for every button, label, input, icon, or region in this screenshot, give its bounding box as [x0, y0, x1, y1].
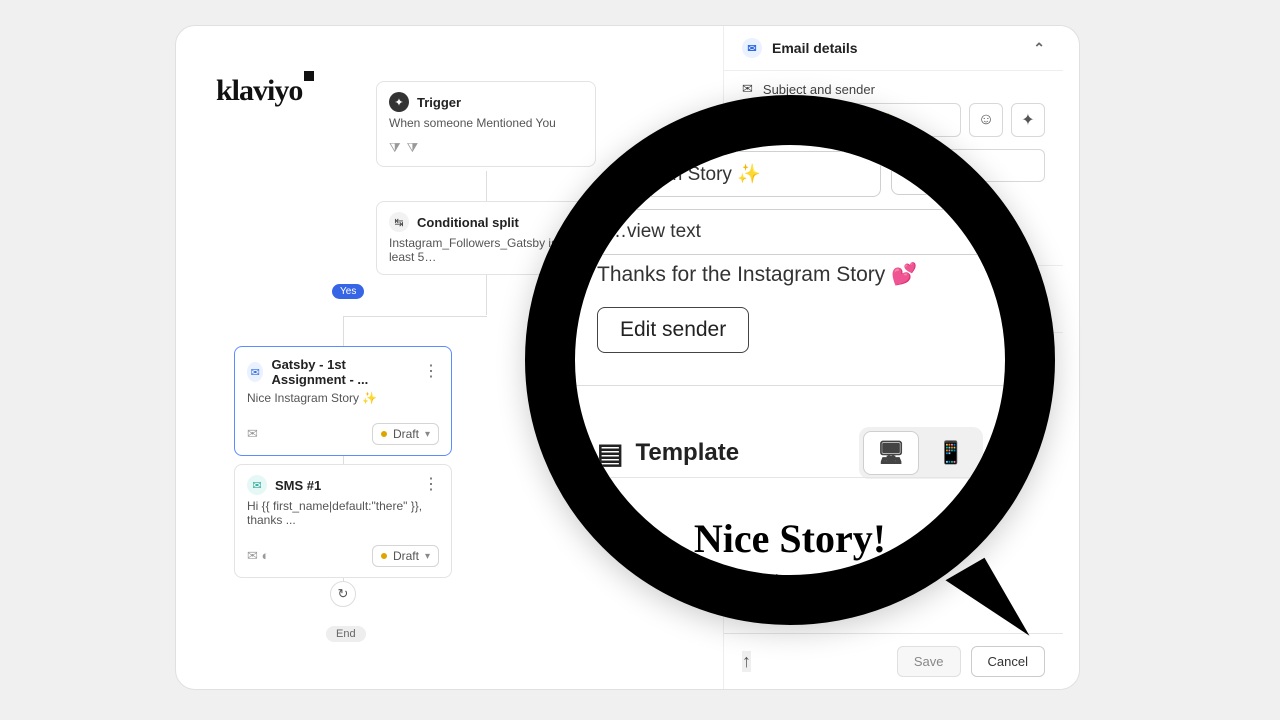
magnified-template-icon: ▤ [597, 437, 623, 470]
node-title: SMS #1 [275, 478, 321, 493]
magnified-preview-label-input[interactable]: …view text [593, 209, 987, 255]
node-trigger[interactable]: ✦ Trigger When someone Mentioned You ⧩ ⧩ [376, 81, 596, 167]
status-dropdown[interactable]: Draft ▾ [372, 545, 439, 567]
status-label: Draft [393, 427, 419, 441]
chevron-down-icon: ▾ [425, 551, 430, 562]
connector [343, 316, 487, 317]
channel-icons: ✉ ◐ [247, 548, 269, 564]
magnified-preview-heading: Nice Story! [575, 497, 1005, 566]
section-email-details[interactable]: ✉ Email details ⌃ [724, 26, 1063, 71]
chevron-down-icon: ▾ [425, 429, 430, 440]
magnified-preview-value: Thanks for the Instagram Story 💕 [597, 263, 917, 287]
scroll-top-button[interactable]: ↑ [742, 651, 751, 672]
more-menu-icon[interactable]: ⋮ [423, 364, 439, 380]
magnified-device-toggle[interactable]: 🖥 📱 [859, 427, 983, 479]
funnel-icon: ⧩ [389, 140, 401, 156]
magnified-template-label: Template [635, 439, 739, 467]
magnified-edit-sender-button[interactable]: Edit sender [597, 307, 749, 353]
more-menu-icon[interactable]: ⋮ [423, 477, 439, 493]
section-title: Email details [772, 40, 858, 56]
node-title: Gatsby - 1st Assignment - ... [271, 357, 415, 387]
magnifier-overlay: …gram Story ✨ ☺ ✦ …view text Thanks for … [525, 95, 1055, 625]
filter-icon: ⧩ [407, 140, 419, 156]
mail-icon: ✉ [742, 38, 762, 58]
emoji-button[interactable]: ☺ [969, 103, 1003, 137]
ai-suggest-button[interactable]: ✦ [1011, 103, 1045, 137]
magnified-mobile-icon[interactable]: 📱 [923, 431, 979, 475]
sms-body: Hi {{ first_name|default:"there" }}, tha… [235, 499, 451, 537]
node-sms[interactable]: ✉ SMS #1 ⋮ Hi {{ first_name|default:"the… [234, 464, 452, 578]
trigger-indicators: ⧩ ⧩ [377, 140, 595, 166]
magnified-desktop-icon[interactable]: 🖥 [863, 431, 919, 475]
node-email[interactable]: ✉ Gatsby - 1st Assignment - ... ⋮ Nice I… [234, 346, 452, 456]
status-dot-icon [381, 431, 387, 437]
node-desc: When someone Mentioned You [377, 116, 595, 140]
connector [486, 273, 487, 315]
status-dot-icon [381, 553, 387, 559]
magnified-emoji-button[interactable]: ☺ [891, 153, 933, 195]
email-subject: Nice Instagram Story ✨ [235, 391, 451, 415]
mail-icon: ✉ [247, 362, 263, 382]
save-button[interactable]: Save [897, 646, 961, 677]
envelope-icon: ✉ [742, 81, 753, 97]
cancel-button[interactable]: Cancel [971, 646, 1045, 677]
status-dropdown[interactable]: Draft ▾ [372, 423, 439, 445]
chevron-up-icon[interactable]: ⌃ [1033, 40, 1045, 57]
status-label: Draft [393, 549, 419, 563]
subsection-subject-sender[interactable]: ✉ Subject and sender [724, 71, 1063, 97]
magnified-ai-button[interactable]: ✦ [943, 153, 985, 195]
delivery-icon: ✉ [247, 426, 258, 442]
branch-icon: ↹ [389, 212, 409, 232]
sms-icon: ✉ [247, 475, 267, 495]
node-title: Conditional split [417, 215, 519, 230]
end-label: End [326, 626, 366, 642]
node-title: Trigger [417, 95, 461, 110]
branch-yes-label: Yes [332, 284, 364, 299]
add-step-button[interactable]: ↻ [330, 581, 356, 607]
brand-logo: klaviyo [216, 74, 314, 108]
magnified-subject-input[interactable]: …gram Story ✨ [605, 151, 881, 197]
bolt-icon: ✦ [389, 92, 409, 112]
